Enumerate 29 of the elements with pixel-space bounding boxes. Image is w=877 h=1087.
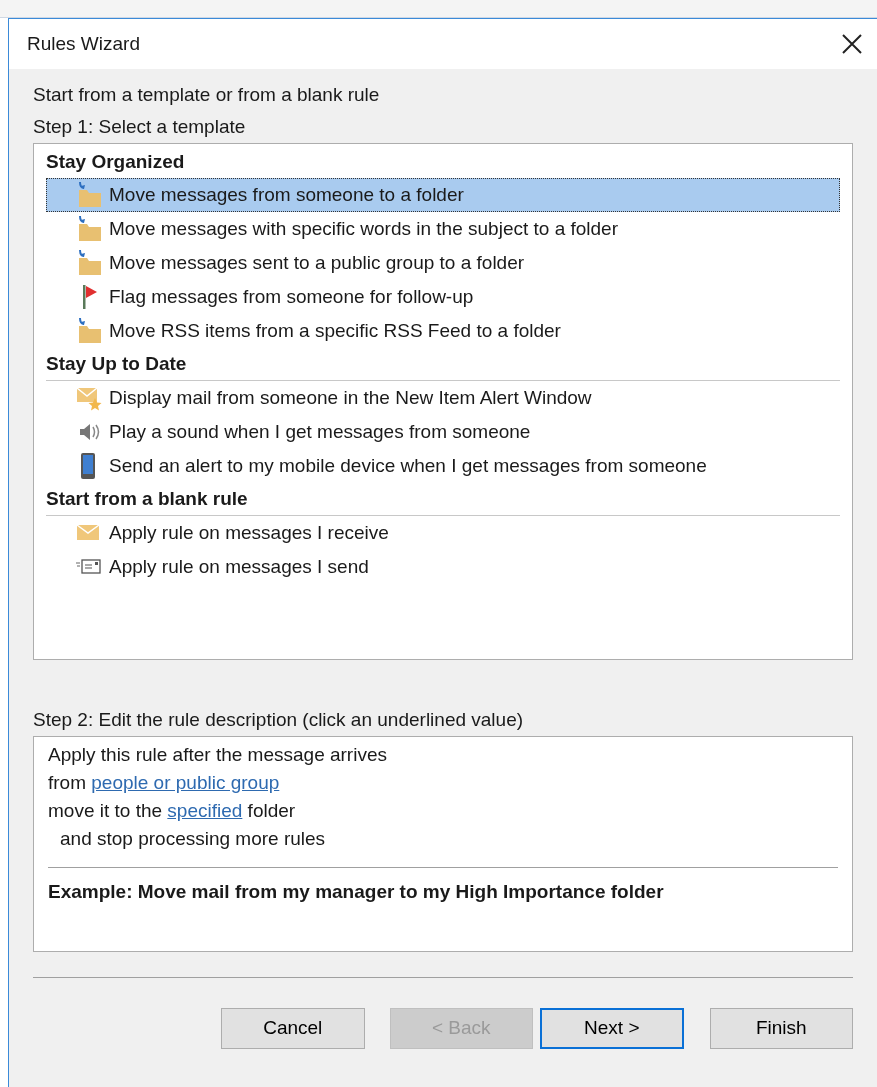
description-text: folder <box>246 800 296 821</box>
template-item[interactable]: Move messages sent to a public group to a folder <box>46 246 840 280</box>
template-item[interactable]: Apply rule on messages I receive <box>46 516 840 550</box>
group-heading: Stay Organized <box>46 150 186 174</box>
template-item[interactable]: Apply rule on messages I send <box>46 550 840 584</box>
window-title: Rules Wizard <box>27 31 140 56</box>
close-icon <box>841 33 863 55</box>
step-label: Step 2: Edit the rule description (click an underlined value) <box>33 708 525 732</box>
template-item[interactable]: Play a sound when I get messages from someone <box>46 415 840 449</box>
group-heading: Stay Up to Date <box>46 348 840 381</box>
step-label: Step 1: Select a template <box>33 115 247 139</box>
example-text: Example: Move mail from my manager to my High Importance folder <box>48 880 665 904</box>
template-item[interactable]: Send an alert to my mobile device when I get messages from someone <box>46 449 840 483</box>
template-item[interactable]: Move messages from someone to a folder <box>46 178 840 212</box>
template-item[interactable]: Display mail from someone in the New Item Alert Window <box>46 381 840 415</box>
value-link[interactable]: people or public group <box>91 772 280 793</box>
template-item[interactable]: Move RSS items from a specific RSS Feed to a folder <box>46 314 840 348</box>
group-heading: Start from a blank rule <box>46 483 840 516</box>
description-text: Apply this rule after the message arrives <box>48 744 387 765</box>
value-link[interactable]: specified <box>167 800 243 821</box>
template-item[interactable]: Move messages with specific words in the subject to a folder <box>46 212 840 246</box>
description-text: from <box>48 772 87 793</box>
wizard-button[interactable]: Finish <box>709 1008 853 1049</box>
description-text: move it to the <box>48 800 164 821</box>
intro-text: Start from a template or from a blank rule <box>33 83 381 107</box>
wizard-button[interactable]: Cancel <box>221 1008 365 1049</box>
template-item[interactable]: Flag messages from someone for follow-up <box>46 280 840 314</box>
wizard-button[interactable]: Next > <box>540 1008 684 1049</box>
description-text: and stop processing more rules <box>59 827 326 851</box>
